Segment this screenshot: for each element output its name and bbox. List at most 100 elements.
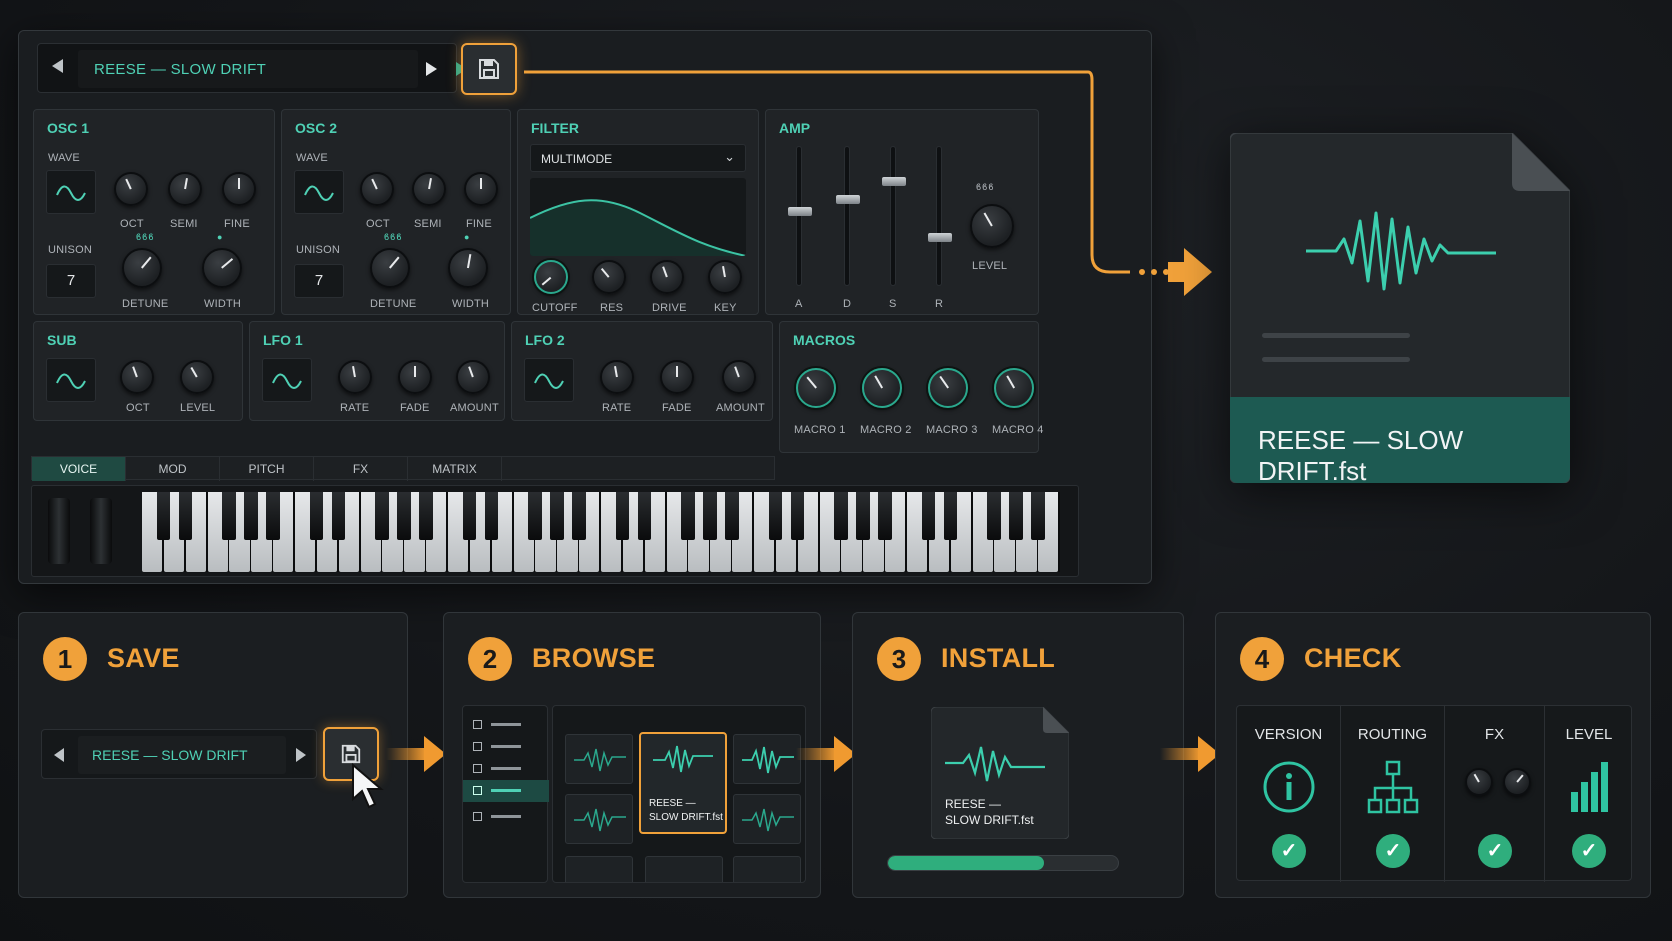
black-key[interactable] — [222, 492, 236, 540]
black-key[interactable] — [1031, 492, 1045, 540]
install-file-icon: REESE — SLOW DRIFT.fst — [931, 707, 1069, 839]
osc1-oct-knob[interactable] — [114, 172, 148, 206]
sub-wave-selector[interactable] — [46, 358, 96, 402]
black-key[interactable] — [528, 492, 542, 540]
macro3-knob[interactable] — [928, 368, 968, 408]
black-key[interactable] — [856, 492, 870, 540]
black-key[interactable] — [550, 492, 564, 540]
lfo2-fade-knob[interactable] — [660, 360, 694, 394]
preset-tile[interactable] — [733, 856, 801, 882]
black-key[interactable] — [572, 492, 586, 540]
browser-folder-item[interactable] — [473, 762, 539, 776]
osc2-unison-value[interactable]: 7 — [294, 264, 344, 298]
browser-folder-item[interactable] — [473, 718, 539, 732]
black-key[interactable] — [178, 492, 193, 540]
browser-folder-item[interactable] — [473, 810, 539, 824]
osc1-semi-knob[interactable] — [168, 172, 202, 206]
preset-file-card: REESE — SLOW DRIFT.fst — [1230, 133, 1570, 486]
lfo1-wave-selector[interactable] — [262, 358, 312, 402]
black-key[interactable] — [834, 492, 848, 540]
browser-folder-item[interactable] — [473, 740, 539, 754]
browser-folder-item-selected[interactable] — [463, 780, 549, 802]
preset-tile[interactable] — [565, 794, 633, 844]
next-preset-button[interactable] — [426, 62, 437, 76]
osc1-detune-dots: ϐϐϐ — [136, 232, 155, 242]
black-key[interactable] — [768, 492, 783, 540]
black-key[interactable] — [266, 492, 280, 540]
piano-keyboard[interactable] — [142, 492, 1060, 572]
osc2-fine-knob[interactable] — [464, 172, 498, 206]
osc1-width-knob[interactable] — [202, 248, 242, 288]
black-key[interactable] — [637, 492, 652, 540]
black-key[interactable] — [244, 492, 258, 540]
waveform-icon — [945, 746, 1045, 782]
preset-name-display[interactable]: REESE — SLOW DRIFT — [78, 50, 418, 88]
preset-tile[interactable] — [733, 734, 801, 784]
sub-level-knob[interactable] — [180, 360, 214, 394]
macro3-label: MACRO 3 — [926, 424, 978, 436]
black-key[interactable] — [790, 492, 805, 540]
tab-matrix[interactable]: MATRIX — [408, 457, 502, 481]
tab-mod[interactable]: MOD — [126, 457, 220, 481]
lfo1-fade-knob[interactable] — [398, 360, 432, 394]
sub-oct-knob[interactable] — [120, 360, 154, 394]
lfo2-amount-knob[interactable] — [722, 360, 756, 394]
black-key[interactable] — [331, 492, 346, 540]
preset-tile[interactable] — [645, 856, 723, 882]
osc2-fine-label: FINE — [466, 218, 492, 230]
lfo2-rate-knob[interactable] — [600, 360, 634, 394]
macro2-knob[interactable] — [862, 368, 902, 408]
preset-tile[interactable] — [733, 794, 801, 844]
mod-wheel[interactable] — [90, 498, 112, 564]
osc1-detune-knob[interactable] — [122, 248, 162, 288]
macro4-knob[interactable] — [994, 368, 1034, 408]
black-key[interactable] — [615, 492, 630, 540]
tab-fx[interactable]: FX — [314, 457, 408, 481]
lfo2-wave-selector[interactable] — [524, 358, 574, 402]
osc2-semi-knob[interactable] — [412, 172, 446, 206]
lfo1-amount-knob[interactable] — [456, 360, 490, 394]
step-1-title: SAVE — [107, 643, 180, 673]
save-preset-button[interactable] — [461, 43, 517, 95]
black-key[interactable] — [943, 492, 958, 540]
black-key[interactable] — [725, 492, 739, 540]
preset-tile[interactable] — [565, 856, 633, 882]
macro1-knob[interactable] — [796, 368, 836, 408]
osc1-fine-knob[interactable] — [222, 172, 256, 206]
black-key[interactable] — [156, 492, 171, 540]
black-key[interactable] — [1009, 492, 1023, 540]
black-key[interactable] — [987, 492, 1001, 540]
black-key[interactable] — [462, 492, 477, 540]
routing-icon — [1367, 760, 1419, 814]
sine-wave-icon — [534, 373, 564, 389]
black-key[interactable] — [419, 492, 433, 540]
osc2-oct-knob[interactable] — [360, 172, 394, 206]
prev-preset-button[interactable] — [54, 748, 64, 762]
osc1-unison-value[interactable]: 7 — [46, 264, 96, 298]
black-key[interactable] — [484, 492, 499, 540]
lfo1-rate-knob[interactable] — [338, 360, 372, 394]
osc2-wave-selector[interactable] — [294, 170, 344, 214]
osc2-detune-knob[interactable] — [370, 248, 410, 288]
black-key[interactable] — [921, 492, 936, 540]
black-key[interactable] — [397, 492, 411, 540]
tab-voice[interactable]: VOICE — [32, 457, 126, 481]
preset-tile[interactable] — [565, 734, 633, 784]
mini-preset-display[interactable]: REESE — SLOW DRIFT — [78, 736, 286, 774]
black-key[interactable] — [703, 492, 717, 540]
next-preset-button[interactable] — [296, 748, 306, 762]
black-key[interactable] — [878, 492, 892, 540]
osc2-width-knob[interactable] — [448, 248, 488, 288]
step-1-badge: 1 — [43, 637, 87, 681]
osc2-unison-label: UNISON — [296, 244, 340, 256]
osc1-wave-selector[interactable] — [46, 170, 96, 214]
black-key[interactable] — [375, 492, 389, 540]
sub-level-label: LEVEL — [180, 402, 216, 414]
tab-pitch[interactable]: PITCH — [220, 457, 314, 481]
black-key[interactable] — [681, 492, 695, 540]
preset-tile-selected[interactable]: REESE — SLOW DRIFT.fst — [639, 732, 727, 834]
sine-wave-icon — [272, 373, 302, 389]
prev-preset-button[interactable] — [52, 59, 63, 73]
black-key[interactable] — [309, 492, 324, 540]
pitch-wheel[interactable] — [48, 498, 70, 564]
